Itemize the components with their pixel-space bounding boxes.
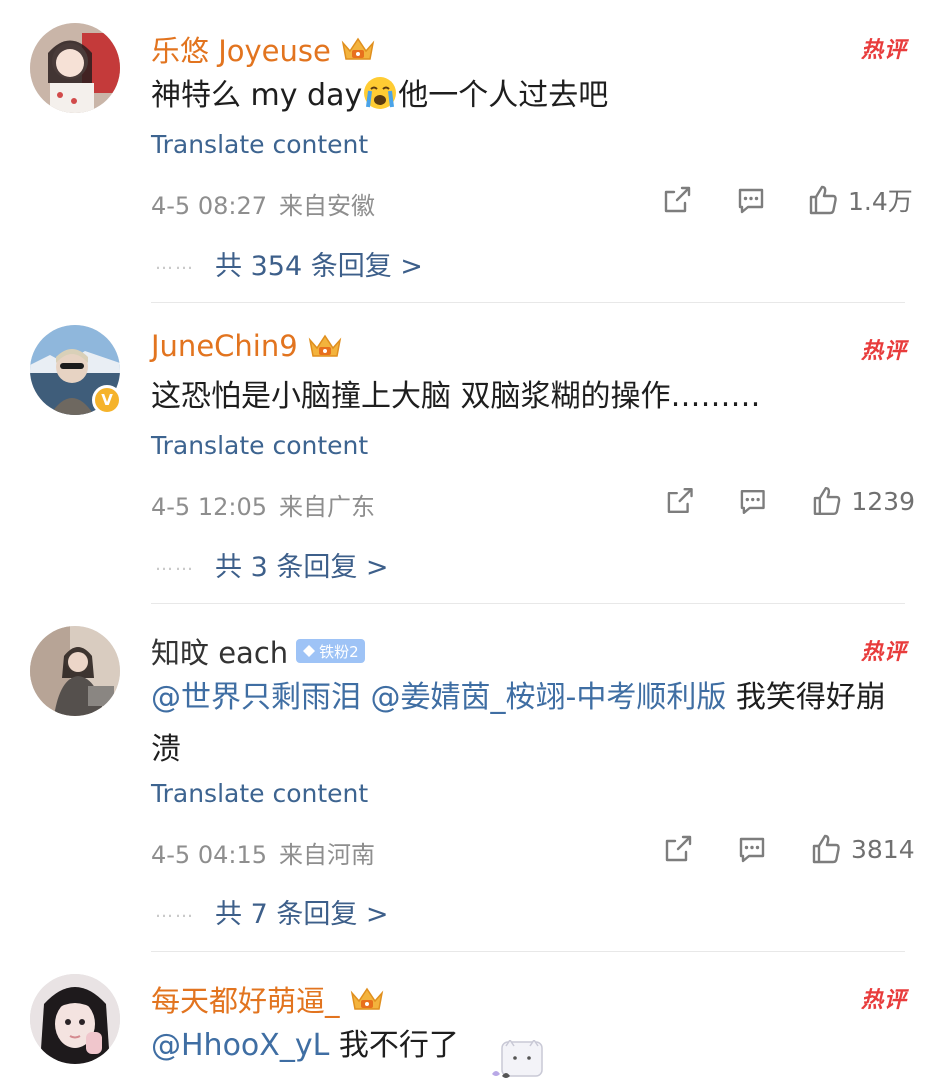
crown-icon	[341, 37, 375, 60]
comment-location: 来自安徽	[279, 192, 375, 220]
like-icon[interactable]	[810, 484, 843, 518]
diamond-icon	[303, 645, 316, 657]
translate-link[interactable]: Translate content	[151, 431, 368, 460]
comment-divider	[151, 603, 905, 604]
translate-link[interactable]: Translate content	[151, 130, 368, 159]
username[interactable]: 每天都好萌逼_	[151, 978, 386, 1020]
hot-comment-badge: 热评	[860, 38, 907, 63]
hot-comment-badge: 热评	[860, 640, 907, 665]
comment-date: 4-5 08:27	[151, 192, 267, 220]
share-icon[interactable]	[663, 484, 696, 518]
username[interactable]: 知旼 each 铁粉2	[151, 630, 365, 672]
like-count: 1.4万	[848, 187, 913, 216]
translate-link[interactable]: Translate content	[151, 779, 368, 808]
comment-icon[interactable]	[735, 832, 769, 866]
like-icon[interactable]	[806, 183, 840, 217]
username[interactable]: JuneChin9	[151, 329, 344, 363]
comment-actions: 1239	[655, 481, 915, 521]
comment-text: 这恐怕是小脑撞上大脑 双脑浆糊的操作………	[151, 379, 761, 414]
username[interactable]: 乐悠 Joyeuse	[151, 28, 377, 70]
crown-icon	[308, 334, 341, 357]
reply-dots: ……	[155, 554, 195, 575]
reply-count-text[interactable]: 共 7 条回复 >	[215, 892, 389, 931]
comment-text: @世界只剩雨泪 @姜婧茵_桉翊-中考顺利版 我笑得好崩溃	[151, 680, 886, 767]
comment-meta: 4-5 08:27 来自安徽	[151, 186, 375, 221]
comment-location: 来自河南	[279, 841, 375, 869]
user-avatar[interactable]	[30, 974, 120, 1064]
view-replies-link[interactable]: …… 共 3 条回复 >	[155, 545, 389, 584]
like-count: 3814	[851, 834, 915, 864]
share-icon[interactable]	[661, 832, 695, 866]
user-avatar[interactable]	[30, 23, 120, 113]
username-text[interactable]: 乐悠 Joyeuse	[151, 28, 331, 70]
comment-meta: 4-5 12:05 来自广东	[151, 487, 375, 522]
mention-link[interactable]: @姜婧茵_桉翊-中考顺利版	[371, 680, 727, 715]
verified-badge-icon: V	[92, 385, 122, 415]
comment-location: 来自广东	[279, 493, 375, 521]
comment-meta: 4-5 04:15 来自河南	[151, 835, 375, 870]
hot-comment-badge: 热评	[860, 339, 907, 364]
username-text[interactable]: 每天都好萌逼_	[151, 978, 340, 1020]
like-count: 1239	[851, 486, 915, 516]
reply-count-text[interactable]: 共 3 条回复 >	[215, 545, 389, 584]
crying-face-emoji	[364, 77, 397, 109]
mention-link[interactable]: @世界只剩雨泪	[151, 680, 361, 715]
crown-icon	[350, 987, 383, 1010]
user-avatar[interactable]	[30, 626, 120, 716]
comment-date: 4-5 04:15	[151, 841, 267, 869]
view-replies-link[interactable]: …… 共 354 条回复 >	[155, 244, 423, 283]
comment-text: 神特么 my day 他一个人过去吧	[151, 70, 903, 122]
fan-level-badge: 铁粉2	[296, 639, 365, 663]
cat-sticker-icon	[492, 1040, 543, 1078]
comment-actions: 1.4万	[655, 180, 915, 220]
hot-comment-badge: 热评	[860, 988, 907, 1013]
reply-dots: ……	[155, 253, 195, 274]
share-icon[interactable]	[660, 183, 694, 217]
comment-actions: 3814	[655, 829, 915, 869]
comment-divider	[151, 951, 905, 952]
reply-count-text[interactable]: 共 354 条回复 >	[215, 244, 423, 283]
mention-link[interactable]: @HhooX_yL	[151, 1028, 329, 1063]
username-text[interactable]: JuneChin9	[151, 329, 298, 363]
comment-icon[interactable]	[736, 484, 769, 518]
comment-date: 4-5 12:05	[151, 493, 267, 521]
reply-dots: ……	[155, 901, 195, 922]
username-text[interactable]: 知旼 each	[151, 630, 288, 672]
view-replies-link[interactable]: …… 共 7 条回复 >	[155, 892, 389, 931]
comment-divider	[151, 302, 905, 303]
like-icon[interactable]	[809, 832, 843, 866]
comment-icon[interactable]	[734, 183, 768, 217]
